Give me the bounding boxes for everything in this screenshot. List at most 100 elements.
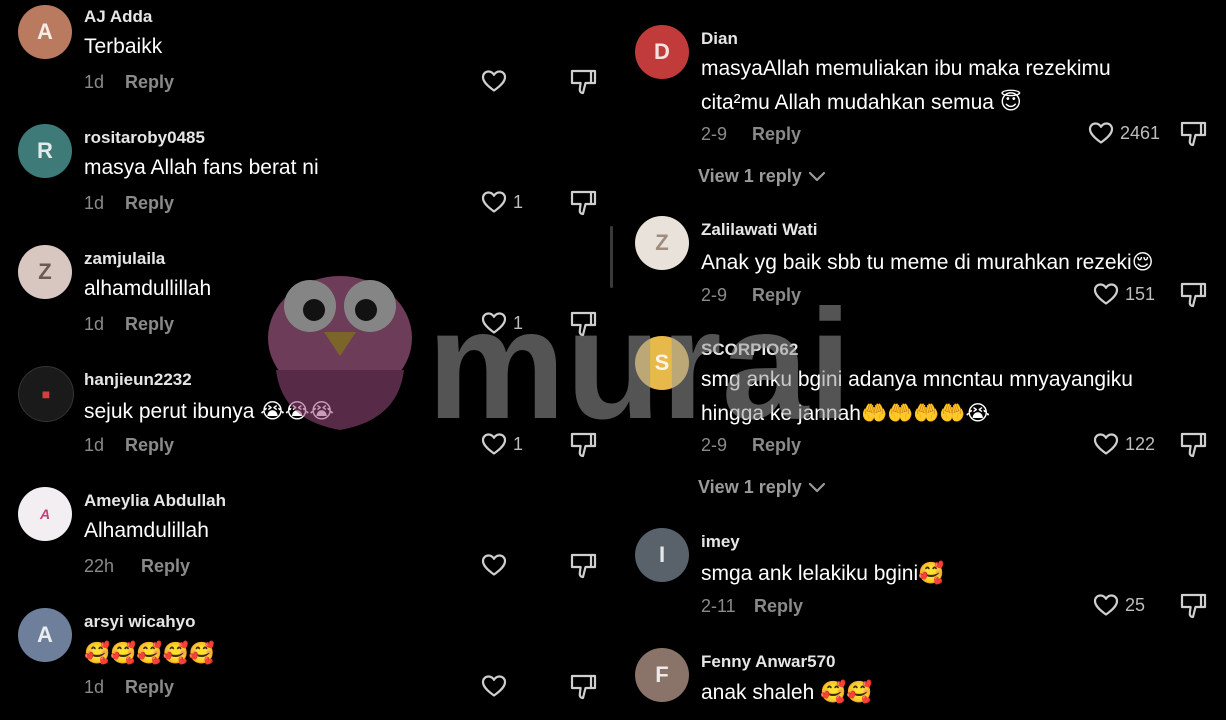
comment-text-line: smg anku bgini adanya mncntau mnyayangik… [701, 368, 1133, 391]
heart-outline-icon [481, 70, 507, 92]
like-button[interactable] [481, 69, 513, 93]
comment-username[interactable]: hanjieun2232 [84, 370, 192, 390]
like-button[interactable]: 1 [481, 311, 523, 335]
reply-button[interactable]: Reply [141, 556, 190, 577]
like-count: 1 [513, 312, 524, 333]
avatar[interactable]: R [18, 124, 72, 178]
thumbs-down-icon [570, 432, 597, 458]
heart-outline-icon [481, 191, 507, 213]
comment-username[interactable]: Ameylia Abdullah [84, 491, 226, 511]
comment-text-line: Anak yg baik sbb tu meme di murahkan rez… [701, 251, 1154, 274]
comment-time: 1d [84, 314, 105, 334]
dislike-button[interactable] [569, 189, 597, 222]
heart-outline-icon [1093, 433, 1119, 455]
dislike-button[interactable] [569, 431, 597, 464]
thumbs-down-icon [1180, 432, 1207, 458]
heart-outline-icon [1093, 594, 1119, 616]
reply-button[interactable]: Reply [125, 677, 174, 698]
view-replies-label: View 1 reply [698, 477, 802, 497]
comment-username[interactable]: Zalilawati Wati [701, 220, 818, 240]
comment-text: alhamdullillah [84, 277, 212, 300]
comment-time: 22h [84, 556, 115, 576]
dislike-button[interactable] [569, 68, 597, 101]
like-button[interactable]: 151 [1093, 282, 1155, 306]
comment-text-line: cita²mu Allah mudahkan semua 😇 [701, 91, 1022, 114]
dislike-button[interactable] [569, 310, 597, 343]
thumbs-down-icon [570, 190, 597, 216]
dislike-button[interactable] [569, 552, 597, 585]
comment-text: Alhamdulillah [84, 519, 209, 542]
like-count: 1 [513, 191, 524, 212]
dislike-button[interactable] [1179, 120, 1207, 153]
reply-button[interactable]: Reply [125, 193, 174, 214]
comment-username[interactable]: rositaroby0485 [84, 128, 205, 148]
thumbs-down-icon [1180, 593, 1207, 619]
heart-outline-icon [481, 433, 507, 455]
comment-username[interactable]: Dian [701, 29, 738, 49]
heart-outline-icon [1093, 283, 1119, 305]
dislike-button[interactable] [1179, 431, 1207, 464]
thumbs-down-icon [570, 311, 597, 337]
dislike-button[interactable] [1179, 592, 1207, 625]
like-button[interactable]: 1 [481, 190, 523, 214]
avatar[interactable]: F [635, 648, 689, 702]
heart-outline-icon [481, 554, 507, 576]
thumbs-down-icon [570, 553, 597, 579]
like-button[interactable] [481, 674, 513, 698]
reply-button[interactable]: Reply [752, 285, 801, 306]
comment-time: 1d [84, 435, 105, 455]
avatar[interactable]: Z [18, 245, 72, 299]
comment-time: 2-9 [701, 285, 728, 305]
comment-username[interactable]: Fenny Anwar570 [701, 652, 835, 672]
like-count: 2461 [1120, 122, 1161, 143]
like-count: 1 [513, 433, 524, 454]
like-button[interactable]: 25 [1093, 593, 1145, 617]
comment-text: Terbaikk [84, 35, 163, 58]
comment-username[interactable]: arsyi wicahyo [84, 612, 196, 632]
comment-text-line: smga ank lelakiku bgini🥰 [701, 562, 945, 585]
reply-button[interactable]: Reply [125, 314, 174, 335]
comment-text: masya Allah fans berat ni [84, 156, 319, 179]
thumbs-down-icon [1180, 282, 1207, 308]
like-button[interactable]: 2461 [1088, 121, 1160, 145]
view-replies-button[interactable]: View 1 reply [698, 166, 826, 187]
avatar[interactable]: Z [635, 216, 689, 270]
avatar[interactable]: A [18, 608, 72, 662]
comment-username[interactable]: zamjulaila [84, 249, 165, 269]
chevron-down-icon [808, 171, 825, 181]
comment-time: 1d [84, 193, 105, 213]
heart-outline-icon [1088, 122, 1114, 144]
comment-text-line: masyaAllah memuliakan ibu maka rezekimu [701, 57, 1111, 80]
comment-text: 🥰🥰🥰🥰🥰 [84, 642, 215, 665]
chevron-down-icon [808, 482, 825, 492]
comment-username[interactable]: imey [701, 532, 740, 552]
comment-text: sejuk perut ibunya 😭😭😭 [84, 400, 334, 423]
reply-button[interactable]: Reply [752, 435, 801, 456]
reply-button[interactable]: Reply [125, 72, 174, 93]
like-button[interactable] [481, 553, 513, 577]
comment-username[interactable]: AJ Adda [84, 7, 152, 27]
avatar[interactable]: A [18, 487, 72, 541]
avatar[interactable]: D [635, 25, 689, 79]
avatar[interactable]: A [18, 5, 72, 59]
comment-text-line: anak shaleh 🥰🥰 [701, 681, 873, 704]
avatar[interactable]: I [635, 528, 689, 582]
dislike-button[interactable] [1179, 281, 1207, 314]
heart-outline-icon [481, 675, 507, 697]
thumbs-down-icon [570, 69, 597, 95]
like-button[interactable]: 1 [481, 432, 523, 456]
thumbs-down-icon [1180, 121, 1207, 147]
comment-username[interactable]: SCORPIO62 [701, 340, 798, 360]
view-replies-button[interactable]: View 1 reply [698, 477, 826, 498]
dislike-button[interactable] [569, 673, 597, 706]
comment-time: 1d [84, 72, 105, 92]
reply-button[interactable]: Reply [125, 435, 174, 456]
comment-text-line: hingga ke jannah🤲🤲🤲🤲😭 [701, 402, 991, 425]
like-count: 122 [1125, 433, 1156, 454]
avatar[interactable]: ■ [18, 366, 74, 422]
reply-button[interactable]: Reply [752, 124, 801, 145]
avatar[interactable]: S [635, 336, 689, 390]
like-button[interactable]: 122 [1093, 432, 1155, 456]
comment-time: 2-11 [701, 596, 736, 616]
reply-button[interactable]: Reply [754, 596, 803, 617]
